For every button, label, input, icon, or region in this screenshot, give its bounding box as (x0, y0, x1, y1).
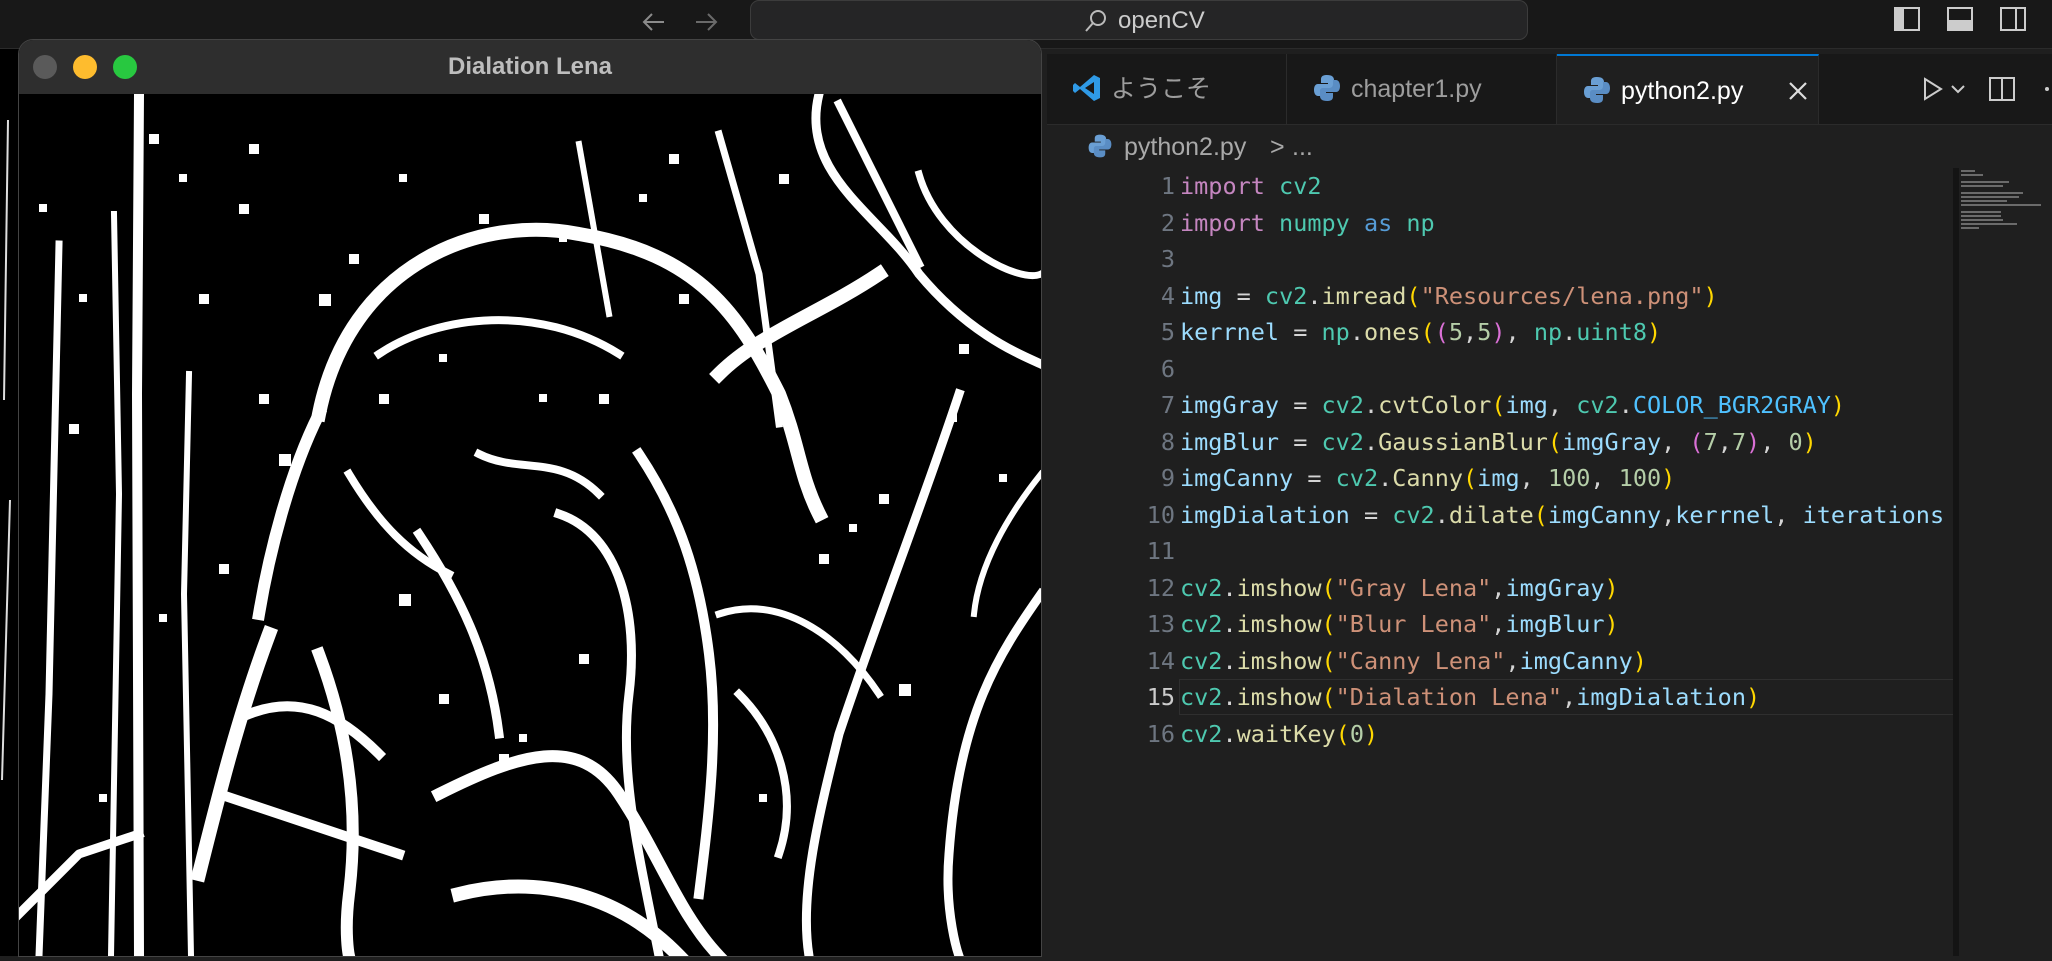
editor-tab-bar: ようこそ chapter1.py python2.py (1047, 54, 2052, 125)
code-line[interactable]: 8 imgBlur = cv2.GaussianBlur(imgGray, (7,… (1047, 424, 1953, 460)
code-line[interactable]: 5 kerrnel = np.ones((5,5), np.uint8) (1047, 314, 1953, 350)
line-number: 3 (1160, 245, 1175, 273)
code-text: import cv2 (1180, 172, 1322, 200)
line-number: 12 (1146, 573, 1175, 602)
line-number: 14 (1146, 646, 1175, 675)
line-number: 10 (1146, 500, 1175, 529)
python-file-icon (1088, 134, 1112, 158)
line-number: 7 (1160, 391, 1175, 419)
code-line[interactable]: 14 cv2.imshow("Canny Lena",imgCanny) (1047, 643, 1953, 679)
python-file-icon (1584, 77, 1610, 103)
run-icon[interactable] (1915, 72, 1949, 106)
code-text: imgDialation = cv2.dilate(imgCanny,kerrn… (1180, 500, 1945, 529)
code-line[interactable]: 16 cv2.waitKey(0) (1047, 716, 1953, 752)
breadcrumb-separator: > (1270, 133, 1285, 161)
toggle-panel-icon[interactable] (1945, 4, 1975, 34)
code-text: import numpy as np (1180, 208, 1435, 237)
code-line[interactable]: 7 imgGray = cv2.cvtColor(img, cv2.COLOR_B… (1047, 387, 1953, 423)
code-text: kerrnel = np.ones((5,5), np.uint8) (1180, 318, 1662, 346)
line-number: 16 (1146, 719, 1175, 748)
more-actions-icon[interactable] (2035, 72, 2052, 106)
line-number: 2 (1160, 208, 1175, 237)
python-file-icon (1314, 75, 1340, 101)
line-number: 1 (1160, 172, 1175, 200)
search-icon (1085, 10, 1106, 32)
toggle-primary-sidebar-icon[interactable] (1892, 4, 1922, 34)
back-arrow-icon[interactable] (638, 6, 670, 38)
code-line[interactable]: 13 cv2.imshow("Blur Lena",imgBlur) (1047, 606, 1953, 642)
window-titlebar[interactable]: Dialation Lena (19, 40, 1041, 95)
code-line[interactable]: 10 imgDialation = cv2.dilate(imgCanny,ker… (1047, 497, 1953, 533)
code-text: imgCanny = cv2.Canny(img, 100, 100) (1180, 464, 1676, 492)
minimap[interactable] (1953, 168, 2052, 956)
code-line[interactable]: 1 import cv2 (1047, 168, 1953, 204)
split-editor-icon[interactable] (1985, 72, 2019, 106)
code-text: cv2.imshow("Blur Lena",imgBlur) (1180, 610, 1619, 638)
code-text: cv2.imshow("Dialation Lena",imgDialation… (1180, 683, 1761, 711)
code-line[interactable]: 3 (1047, 241, 1953, 277)
tab-label: python2.py (1621, 77, 1744, 105)
tab-label: chapter1.py (1351, 75, 1482, 103)
dilated-edge-image (19, 94, 1041, 956)
line-number: 4 (1160, 281, 1175, 310)
line-number: 5 (1160, 318, 1175, 346)
line-number: 8 (1160, 427, 1175, 456)
code-line[interactable]: 9 imgCanny = cv2.Canny(img, 100, 100) (1047, 460, 1953, 496)
code-text: cv2.waitKey(0) (1180, 719, 1379, 748)
code-editor[interactable]: 1 import cv2 2 import numpy as np 3 4 img = cv… (1047, 168, 1953, 956)
tab-welcome[interactable]: ようこそ (1047, 54, 1287, 124)
code-line[interactable]: 12 cv2.imshow("Gray Lena",imgGray) (1047, 570, 1953, 606)
code-line[interactable]: 11 (1047, 533, 1953, 569)
command-center-search[interactable]: openCV (750, 0, 1528, 40)
line-number: 11 (1146, 537, 1175, 565)
code-text: imgGray = cv2.cvtColor(img, cv2.COLOR_BG… (1180, 391, 1846, 419)
line-number: 9 (1160, 464, 1175, 492)
tab-python2[interactable]: python2.py (1557, 54, 1819, 124)
line-number: 13 (1146, 610, 1175, 638)
code-line[interactable]: 2 import numpy as np (1047, 205, 1953, 241)
code-line[interactable]: 15 cv2.imshow("Dialation Lena",imgDialati… (1047, 679, 1953, 715)
tab-label: ようこそ (1111, 75, 1212, 103)
opencv-image-window[interactable]: Dialation Lena (19, 40, 1041, 956)
chevron-down-icon[interactable] (1947, 72, 1969, 106)
code-text: imgBlur = cv2.GaussianBlur(imgGray, (7,7… (1180, 427, 1817, 456)
window-title: Dialation Lena (447, 53, 613, 80)
code-text: cv2.imshow("Canny Lena",imgCanny) (1180, 646, 1647, 675)
toggle-secondary-sidebar-icon[interactable] (1998, 4, 2028, 34)
tab-chapter1[interactable]: chapter1.py (1287, 54, 1557, 124)
code-line[interactable]: 6 (1047, 351, 1953, 387)
minimap-preview (1961, 170, 2041, 229)
breadcrumb-more[interactable]: ... (1292, 132, 1313, 162)
search-text: openCV (1118, 7, 1205, 34)
code-line[interactable]: 4 img = cv2.imread("Resources/lena.png") (1047, 278, 1953, 314)
close-icon[interactable] (1785, 78, 1811, 104)
line-number: 6 (1160, 354, 1175, 383)
code-text: img = cv2.imread("Resources/lena.png") (1180, 281, 1718, 310)
editor-scroll-shadow (1953, 168, 1959, 956)
code-text: cv2.imshow("Gray Lena",imgGray) (1180, 573, 1619, 602)
breadcrumb-file[interactable]: python2.py (1124, 132, 1246, 162)
vscode-logo-icon (1073, 75, 1100, 101)
line-number: 15 (1146, 683, 1175, 711)
forward-arrow-icon[interactable] (690, 6, 722, 38)
